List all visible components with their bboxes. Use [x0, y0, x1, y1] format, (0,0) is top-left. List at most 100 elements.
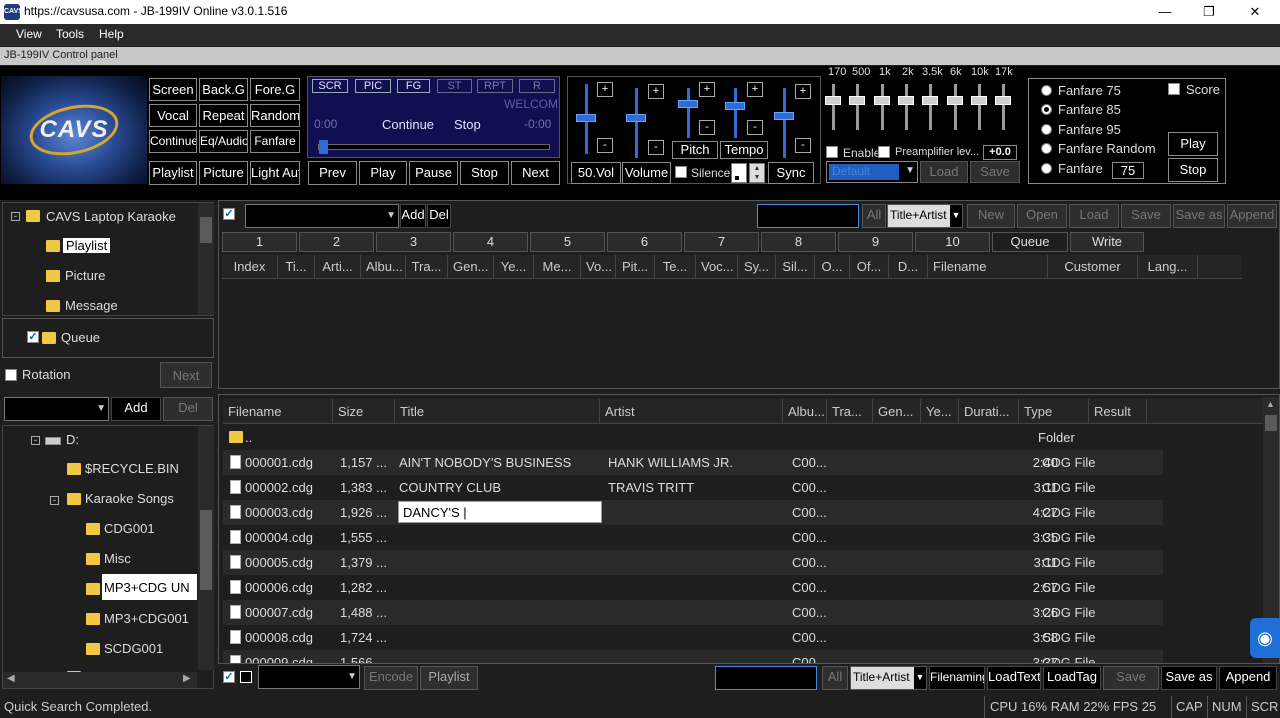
table-row[interactable]: 000004.cdg 1,555 ... C00... 3:35 CDG File: [223, 525, 1163, 550]
chevron-up-icon[interactable]: ▲: [1266, 399, 1275, 409]
file-col-header[interactable]: Result: [1089, 399, 1147, 423]
queue-checkbox[interactable]: ✓: [27, 331, 39, 343]
drive-combo[interactable]: ▼: [4, 397, 109, 421]
assistant-widget-icon[interactable]: ◉: [1250, 618, 1280, 658]
table-row[interactable]: 000001.cdg 1,157 ... AIN'T NOBODY'S BUSINE…: [223, 450, 1163, 475]
restore-button[interactable]: ❐: [1186, 2, 1232, 22]
prev-button[interactable]: Prev: [308, 161, 357, 185]
fanfare-stop-button[interactable]: Stop: [1168, 158, 1218, 182]
playlist-load-button[interactable]: Load: [1069, 204, 1119, 228]
file-list-scrollbar-thumb[interactable]: [1265, 415, 1277, 431]
playlist-search-mode[interactable]: Title+Artist ▼: [887, 204, 963, 228]
filenaming-button[interactable]: Filenaming: [929, 666, 985, 690]
playlist-combo[interactable]: ▼: [245, 204, 399, 228]
eq-slider-170[interactable]: [825, 96, 841, 105]
menu-help[interactable]: Help: [99, 27, 124, 41]
file-col-header[interactable]: Albu...: [783, 399, 827, 423]
playlist-col-header[interactable]: Customer: [1048, 255, 1138, 279]
browser-del-button[interactable]: Del: [163, 397, 213, 421]
preamp-checkbox[interactable]: [878, 146, 890, 158]
files-save-button[interactable]: Save: [1103, 666, 1159, 690]
pitch-minus-button[interactable]: -: [699, 120, 715, 135]
tempo-minus-button[interactable]: -: [747, 120, 763, 135]
browser-add-button[interactable]: Add: [111, 397, 161, 421]
menu-tools[interactable]: Tools: [56, 27, 84, 41]
playlist-col-header[interactable]: Sil...: [776, 255, 815, 279]
tree-root-label[interactable]: CAVS Laptop Karaoke: [46, 209, 176, 224]
file-col-header[interactable]: Size: [333, 399, 395, 423]
playlist-col-header[interactable]: Tra...: [406, 255, 448, 279]
tempo-thumb[interactable]: [725, 102, 745, 110]
play-button[interactable]: Play: [359, 161, 407, 185]
playlist-del-button[interactable]: Del: [427, 204, 451, 228]
playlist-mode-button[interactable]: Playlist: [149, 161, 197, 185]
vol-plus-button[interactable]: +: [597, 82, 613, 97]
minimize-button[interactable]: —: [1142, 2, 1188, 22]
title-edit-input[interactable]: DANCY'S |: [398, 501, 602, 523]
loadtext-button[interactable]: LoadText: [987, 666, 1041, 690]
tree-item-cdg001[interactable]: CDG001: [104, 521, 155, 536]
files-search-mode[interactable]: Title+Artist ▼: [850, 666, 927, 690]
backg-button[interactable]: Back.G: [199, 78, 248, 101]
file-col-header[interactable]: Type: [1019, 399, 1089, 423]
playlist-col-header[interactable]: Filename: [928, 255, 1048, 279]
playlist-col-header[interactable]: Me...: [534, 255, 581, 279]
playlist-col-header[interactable]: Arti...: [315, 255, 361, 279]
next-button[interactable]: Next: [511, 161, 560, 185]
playlist-select-all-checkbox[interactable]: ✓: [223, 208, 235, 220]
playlist-col-header[interactable]: Voc...: [696, 255, 738, 279]
queue-node-label[interactable]: Queue: [61, 330, 100, 345]
tab-9[interactable]: 9: [838, 232, 913, 252]
tab-5[interactable]: 5: [530, 232, 605, 252]
tempo-plus-button[interactable]: +: [747, 82, 763, 97]
fanfare-85-radio[interactable]: [1041, 104, 1052, 115]
tree-item-scdg001[interactable]: SCDG001: [104, 641, 163, 656]
file-col-header[interactable]: Gen...: [873, 399, 921, 423]
fanfare-custom-value[interactable]: 75: [1112, 162, 1144, 179]
files-search-input[interactable]: [715, 666, 817, 690]
fanfare-button[interactable]: Fanfare: [250, 130, 300, 153]
playlist-col-header[interactable]: Pit...: [616, 255, 655, 279]
tempo-slider[interactable]: [721, 84, 749, 140]
menu-view[interactable]: View: [16, 27, 42, 41]
tree-scrollbar-thumb[interactable]: [200, 217, 212, 243]
files-select-none-checkbox[interactable]: [240, 671, 252, 683]
sync-slider[interactable]: [770, 84, 798, 166]
playlist-col-header[interactable]: Index: [222, 255, 278, 279]
playlist-col-header[interactable]: Ti...: [278, 255, 315, 279]
tab-2[interactable]: 2: [299, 232, 374, 252]
fanfare-custom-radio[interactable]: [1041, 163, 1052, 174]
tab-8[interactable]: 8: [761, 232, 836, 252]
drive-label[interactable]: D:: [66, 432, 79, 447]
playlist-col-header[interactable]: Gen...: [448, 255, 494, 279]
chevron-right-icon[interactable]: ▶: [183, 673, 191, 684]
collapse-icon[interactable]: -: [31, 436, 40, 445]
tree-scrollbar[interactable]: [198, 203, 214, 315]
files-select-all-checkbox[interactable]: ✓: [223, 671, 235, 683]
playlist-save-button[interactable]: Save: [1121, 204, 1171, 228]
playlist-col-header[interactable]: D...: [889, 255, 928, 279]
file-col-header[interactable]: Title: [395, 399, 600, 423]
volume-plus-button[interactable]: +: [648, 84, 664, 99]
playlist-col-header[interactable]: Vo...: [581, 255, 616, 279]
tree-item-recycle-bin[interactable]: $RECYCLE.BIN: [85, 461, 179, 476]
eq-slider-17k[interactable]: [995, 96, 1011, 105]
position-slider-thumb[interactable]: [319, 140, 328, 154]
vol-slider[interactable]: [572, 80, 600, 162]
picture-mode-button[interactable]: Picture: [199, 161, 248, 185]
eq-preset-combo[interactable]: Default ▼: [826, 161, 918, 183]
file-col-header[interactable]: Tra...: [827, 399, 873, 423]
fanfare-play-button[interactable]: Play: [1168, 132, 1218, 156]
repeat-button[interactable]: Repeat: [199, 104, 248, 127]
rotation-checkbox[interactable]: [5, 369, 17, 381]
loadtag-button[interactable]: LoadTag: [1043, 666, 1101, 690]
table-row[interactable]: 000002.cdg 1,383 ... COUNTRY CLUB TRAVIS TR…: [223, 475, 1163, 500]
tab-1[interactable]: 1: [222, 232, 297, 252]
pitch-thumb[interactable]: [678, 100, 698, 108]
file-col-header[interactable]: Durati...: [959, 399, 1019, 423]
pause-button[interactable]: Pause: [409, 161, 458, 185]
drive-tree-vscrollbar-thumb[interactable]: [200, 510, 212, 590]
playlist-col-header[interactable]: Ye...: [494, 255, 534, 279]
collapse-icon[interactable]: -: [50, 496, 59, 505]
table-row[interactable]: .. Folder: [223, 425, 1163, 450]
